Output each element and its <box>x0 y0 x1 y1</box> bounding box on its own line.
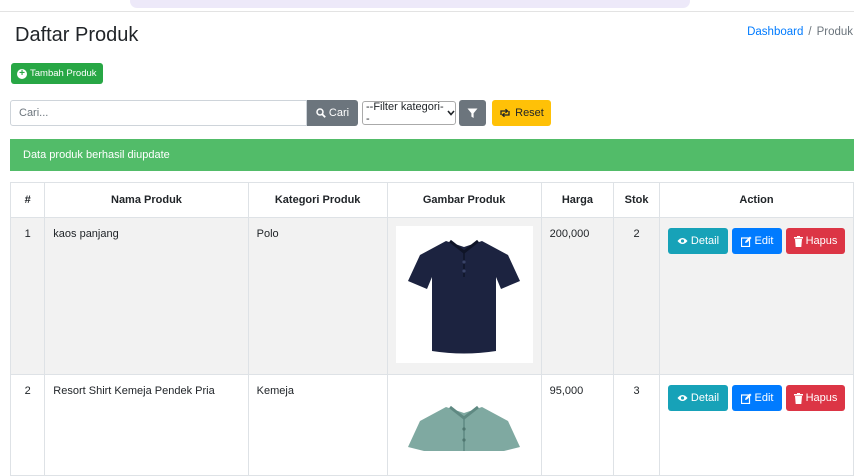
add-product-label: Tambah Produk <box>30 68 97 79</box>
top-divider <box>0 11 854 12</box>
edit-button[interactable]: Edit <box>731 228 782 254</box>
row-number: 2 <box>9 374 46 476</box>
category-filter-select[interactable]: --Filter kategori-- <box>362 101 456 125</box>
product-image <box>395 226 533 363</box>
edit-button[interactable]: Edit <box>731 385 782 411</box>
breadcrumb-current: Produk <box>816 26 853 38</box>
reset-button[interactable]: Reset <box>492 100 551 126</box>
hapus-label: Hapus <box>805 392 838 404</box>
column-header-number: # <box>9 182 46 218</box>
top-banner-fragment <box>130 0 690 8</box>
row-number: 1 <box>9 217 46 375</box>
eye-icon <box>677 237 688 245</box>
trash-icon <box>793 392 803 404</box>
chevron-down-icon <box>447 110 455 116</box>
product-category: Polo <box>247 217 388 375</box>
product-price: 95,000 <box>540 374 615 476</box>
edit-icon <box>740 236 752 247</box>
success-alert: Data produk berhasil diupdate <box>10 139 854 171</box>
breadcrumb-dashboard-link[interactable]: Dashboard <box>747 26 803 38</box>
product-name: kaos panjang <box>44 217 249 375</box>
column-header-price: Harga <box>540 182 615 218</box>
eye-icon <box>677 394 688 402</box>
filter-icon <box>467 108 478 119</box>
product-image <box>395 383 533 451</box>
detail-button[interactable]: Detail <box>667 385 728 411</box>
edit-label: Edit <box>754 235 774 247</box>
table-row: 1 kaos panjang Polo 200,000 2 Detail Edi… <box>9 217 854 375</box>
actions-cell: Detail Edit Hapus <box>658 374 854 476</box>
page-title: Daftar Produk <box>15 24 139 46</box>
search-button-label: Cari <box>328 107 350 119</box>
breadcrumb: Dashboard / Produk <box>747 26 853 38</box>
table-header-row: # Nama Produk Kategori Produk Gambar Pro… <box>9 182 854 218</box>
detail-label: Detail <box>690 235 720 247</box>
product-stock: 2 <box>613 217 660 375</box>
reset-label: Reset <box>515 107 544 119</box>
search-icon <box>316 108 326 118</box>
delete-button[interactable]: Hapus <box>785 385 845 411</box>
product-image-cell <box>386 374 542 476</box>
search-input[interactable]: Cari... <box>10 100 307 126</box>
plus-circle-icon: + <box>17 68 27 79</box>
detail-button[interactable]: Detail <box>667 228 728 254</box>
breadcrumb-separator: / <box>808 26 812 38</box>
delete-button[interactable]: Hapus <box>785 228 845 254</box>
column-header-category: Kategori Produk <box>247 182 388 218</box>
detail-label: Detail <box>690 392 720 404</box>
table-row: 2 Resort Shirt Kemeja Pendek Pria Kemeja… <box>9 374 854 476</box>
retweet-icon <box>499 108 511 118</box>
search-button[interactable]: Cari <box>307 100 358 126</box>
products-table: # Nama Produk Kategori Produk Gambar Pro… <box>9 182 854 476</box>
product-price: 200,000 <box>540 217 615 375</box>
edit-label: Edit <box>754 392 774 404</box>
product-name: Resort Shirt Kemeja Pendek Pria <box>44 374 249 476</box>
column-header-stock: Stok <box>613 182 660 218</box>
product-image-cell <box>386 217 542 375</box>
edit-icon <box>740 393 752 404</box>
product-stock: 3 <box>613 374 660 476</box>
add-product-button[interactable]: + Tambah Produk <box>11 63 103 84</box>
filter-button[interactable] <box>459 100 486 126</box>
column-header-image: Gambar Produk <box>386 182 542 218</box>
trash-icon <box>793 235 803 247</box>
column-header-action: Action <box>658 182 854 218</box>
top-strip <box>0 0 854 12</box>
product-category: Kemeja <box>247 374 388 476</box>
category-filter-value: --Filter kategori-- <box>366 101 444 125</box>
alert-message: Data produk berhasil diupdate <box>23 149 170 161</box>
column-header-name: Nama Produk <box>44 182 249 218</box>
actions-cell: Detail Edit Hapus <box>658 217 854 375</box>
search-placeholder: Cari... <box>19 107 49 119</box>
hapus-label: Hapus <box>805 235 838 247</box>
